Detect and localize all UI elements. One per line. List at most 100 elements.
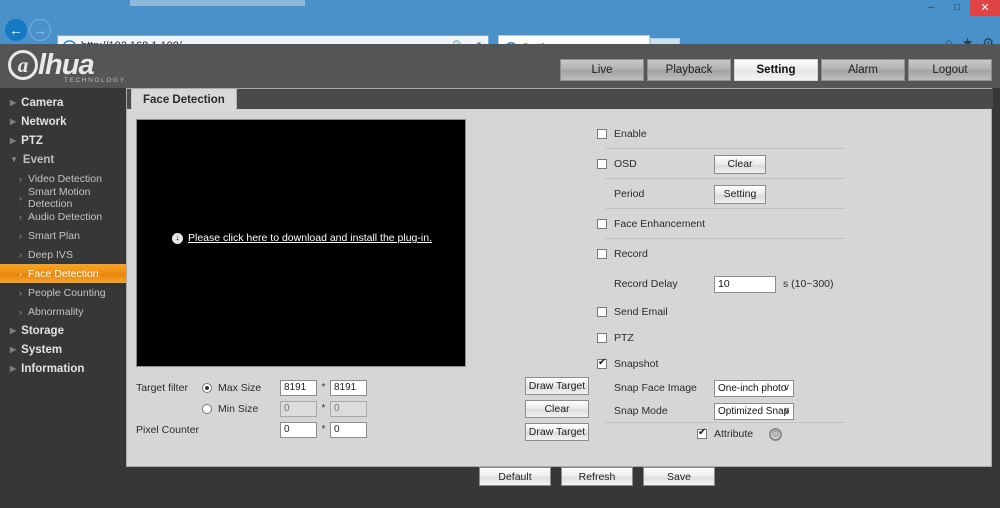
- record-delay-input[interactable]: 10: [714, 276, 776, 293]
- sidebar-item-audio-detection[interactable]: › Audio Detection: [0, 207, 130, 226]
- sidebar-item-label: Storage: [21, 325, 64, 337]
- row-enable: Enable: [597, 119, 857, 149]
- max-size-width-input[interactable]: 8191: [280, 380, 317, 396]
- chevron-right-icon: ▶: [10, 326, 16, 335]
- clear-target-button[interactable]: Clear: [525, 400, 589, 418]
- sidebar-item-label: Audio Detection: [28, 211, 102, 223]
- sidebar-item-label: System: [21, 344, 62, 356]
- minimize-button[interactable]: –: [918, 0, 944, 16]
- plugin-download-link[interactable]: Please click here to download and instal…: [188, 232, 432, 244]
- sidebar-item-smart-plan[interactable]: › Smart Plan: [0, 226, 130, 245]
- nav-setting[interactable]: Setting: [734, 59, 818, 81]
- forward-arrow-icon[interactable]: →: [29, 19, 51, 41]
- face-enhancement-checkbox[interactable]: [597, 219, 607, 229]
- sidebar-item-label: Face Detection: [28, 268, 99, 280]
- size-separator: *: [317, 424, 330, 435]
- refresh-button[interactable]: Refresh: [561, 467, 633, 486]
- sidebar-item-label: Smart Motion Detection: [28, 186, 130, 210]
- attribute-checkbox[interactable]: [697, 429, 707, 439]
- max-size-height-input[interactable]: 8191: [330, 380, 367, 396]
- action-buttons: Default Refresh Save: [479, 467, 715, 486]
- sidebar-item-abnormality[interactable]: › Abnormality: [0, 302, 130, 321]
- sidebar-item-label: Network: [21, 116, 66, 128]
- maximize-button[interactable]: □: [944, 0, 970, 16]
- nav-playback[interactable]: Playback: [647, 59, 731, 81]
- sidebar-item-system[interactable]: ▶ System: [0, 340, 130, 359]
- sidebar-item-ptz[interactable]: ▶ PTZ: [0, 131, 130, 150]
- target-filter-label: Target filter: [136, 382, 202, 394]
- send-email-label: Send Email: [614, 306, 668, 318]
- sidebar-item-network[interactable]: ▶ Network: [0, 112, 130, 131]
- sidebar-item-camera[interactable]: ▶ Camera: [0, 93, 130, 112]
- default-button[interactable]: Default: [479, 467, 551, 486]
- chevron-right-icon: ›: [19, 231, 22, 241]
- record-delay-suffix: s (10~300): [783, 278, 834, 290]
- record-checkbox[interactable]: [597, 249, 607, 259]
- row-period: Period Setting: [597, 179, 857, 209]
- period-label: Period: [614, 188, 714, 200]
- dahua-logo: a lhua TECHNOLOGY: [8, 47, 188, 85]
- sidebar-item-smart-motion-detection[interactable]: › Smart Motion Detection: [0, 188, 130, 207]
- face-enhancement-label: Face Enhancement: [614, 218, 705, 230]
- snap-face-image-label: Snap Face Image: [614, 382, 714, 394]
- sidebar: ▶ Camera ▶ Network ▶ PTZ ▼ Event › Video…: [0, 88, 130, 508]
- sidebar-item-storage[interactable]: ▶ Storage: [0, 321, 130, 340]
- osd-label: OSD: [614, 158, 714, 170]
- sidebar-item-label: Smart Plan: [28, 230, 80, 242]
- close-window-button[interactable]: ✕: [970, 0, 1000, 16]
- sidebar-item-event[interactable]: ▼ Event: [0, 150, 130, 169]
- period-setting-button[interactable]: Setting: [714, 185, 766, 204]
- sidebar-item-deep-ivs[interactable]: › Deep IVS: [0, 245, 130, 264]
- pixel-counter-width-input[interactable]: 0: [280, 422, 317, 438]
- browser-navbar: ← → e http://192.168.1.108/ 🔍 ▾ ↻ Settin…: [0, 16, 1000, 44]
- row-snapshot: Snapshot: [597, 351, 857, 377]
- snap-mode-select[interactable]: Optimized Snap ∨: [714, 403, 794, 420]
- content-panel: Face Detection ↓ Please click here to do…: [126, 88, 992, 467]
- save-button[interactable]: Save: [643, 467, 715, 486]
- chevron-right-icon: ▶: [10, 345, 16, 354]
- sidebar-item-label: PTZ: [21, 135, 43, 147]
- sidebar-item-label: Deep IVS: [28, 249, 73, 261]
- back-arrow-icon[interactable]: ←: [5, 19, 27, 41]
- osd-clear-button[interactable]: Clear: [714, 155, 766, 174]
- download-icon: ↓: [172, 233, 183, 244]
- sidebar-item-information[interactable]: ▶ Information: [0, 359, 130, 378]
- sidebar-item-face-detection[interactable]: › Face Detection: [0, 264, 130, 283]
- chevron-right-icon: ›: [19, 174, 22, 184]
- ptz-label: PTZ: [614, 332, 634, 344]
- min-size-width-input[interactable]: 0: [280, 401, 317, 417]
- min-size-radio-group[interactable]: Min Size: [202, 403, 280, 415]
- gear-icon[interactable]: ⚙: [769, 428, 782, 441]
- row-ptz: PTZ: [597, 325, 857, 351]
- max-size-radio[interactable]: [202, 383, 212, 393]
- send-email-checkbox[interactable]: [597, 307, 607, 317]
- row-record: Record: [597, 239, 857, 269]
- snapshot-checkbox[interactable]: [597, 359, 607, 369]
- nav-live[interactable]: Live: [560, 59, 644, 81]
- nav-alarm[interactable]: Alarm: [821, 59, 905, 81]
- draw-target-button-max[interactable]: Draw Target: [525, 377, 589, 395]
- nav-logout[interactable]: Logout: [908, 59, 992, 81]
- max-size-radio-group[interactable]: Max Size: [202, 382, 280, 394]
- osd-checkbox[interactable]: [597, 159, 607, 169]
- min-size-label: Min Size: [218, 403, 258, 415]
- logo-tagline: TECHNOLOGY: [64, 77, 126, 84]
- row-snap-face-image: Snap Face Image One-inch photo ∨: [597, 377, 857, 399]
- pixel-counter-height-input[interactable]: 0: [330, 422, 367, 438]
- sidebar-item-label: Camera: [21, 97, 63, 109]
- enable-checkbox[interactable]: [597, 129, 607, 139]
- sidebar-item-label: Abnormality: [28, 306, 83, 318]
- snap-face-image-select[interactable]: One-inch photo ∨: [714, 380, 794, 397]
- attribute-label: Attribute: [714, 428, 753, 440]
- tab-face-detection[interactable]: Face Detection: [131, 89, 237, 110]
- chevron-right-icon: ›: [19, 269, 22, 279]
- settings-form: Enable OSD Clear Period Setting Face Enh…: [597, 119, 857, 445]
- ptz-checkbox[interactable]: [597, 333, 607, 343]
- min-size-radio[interactable]: [202, 404, 212, 414]
- video-preview[interactable]: ↓ Please click here to download and inst…: [136, 119, 466, 367]
- draw-target-button-pixel[interactable]: Draw Target: [525, 423, 589, 441]
- chevron-down-icon: ∨: [783, 405, 790, 416]
- min-size-height-input[interactable]: 0: [330, 401, 367, 417]
- sidebar-item-people-counting[interactable]: › People Counting: [0, 283, 130, 302]
- logo-mark-icon: a: [8, 50, 38, 80]
